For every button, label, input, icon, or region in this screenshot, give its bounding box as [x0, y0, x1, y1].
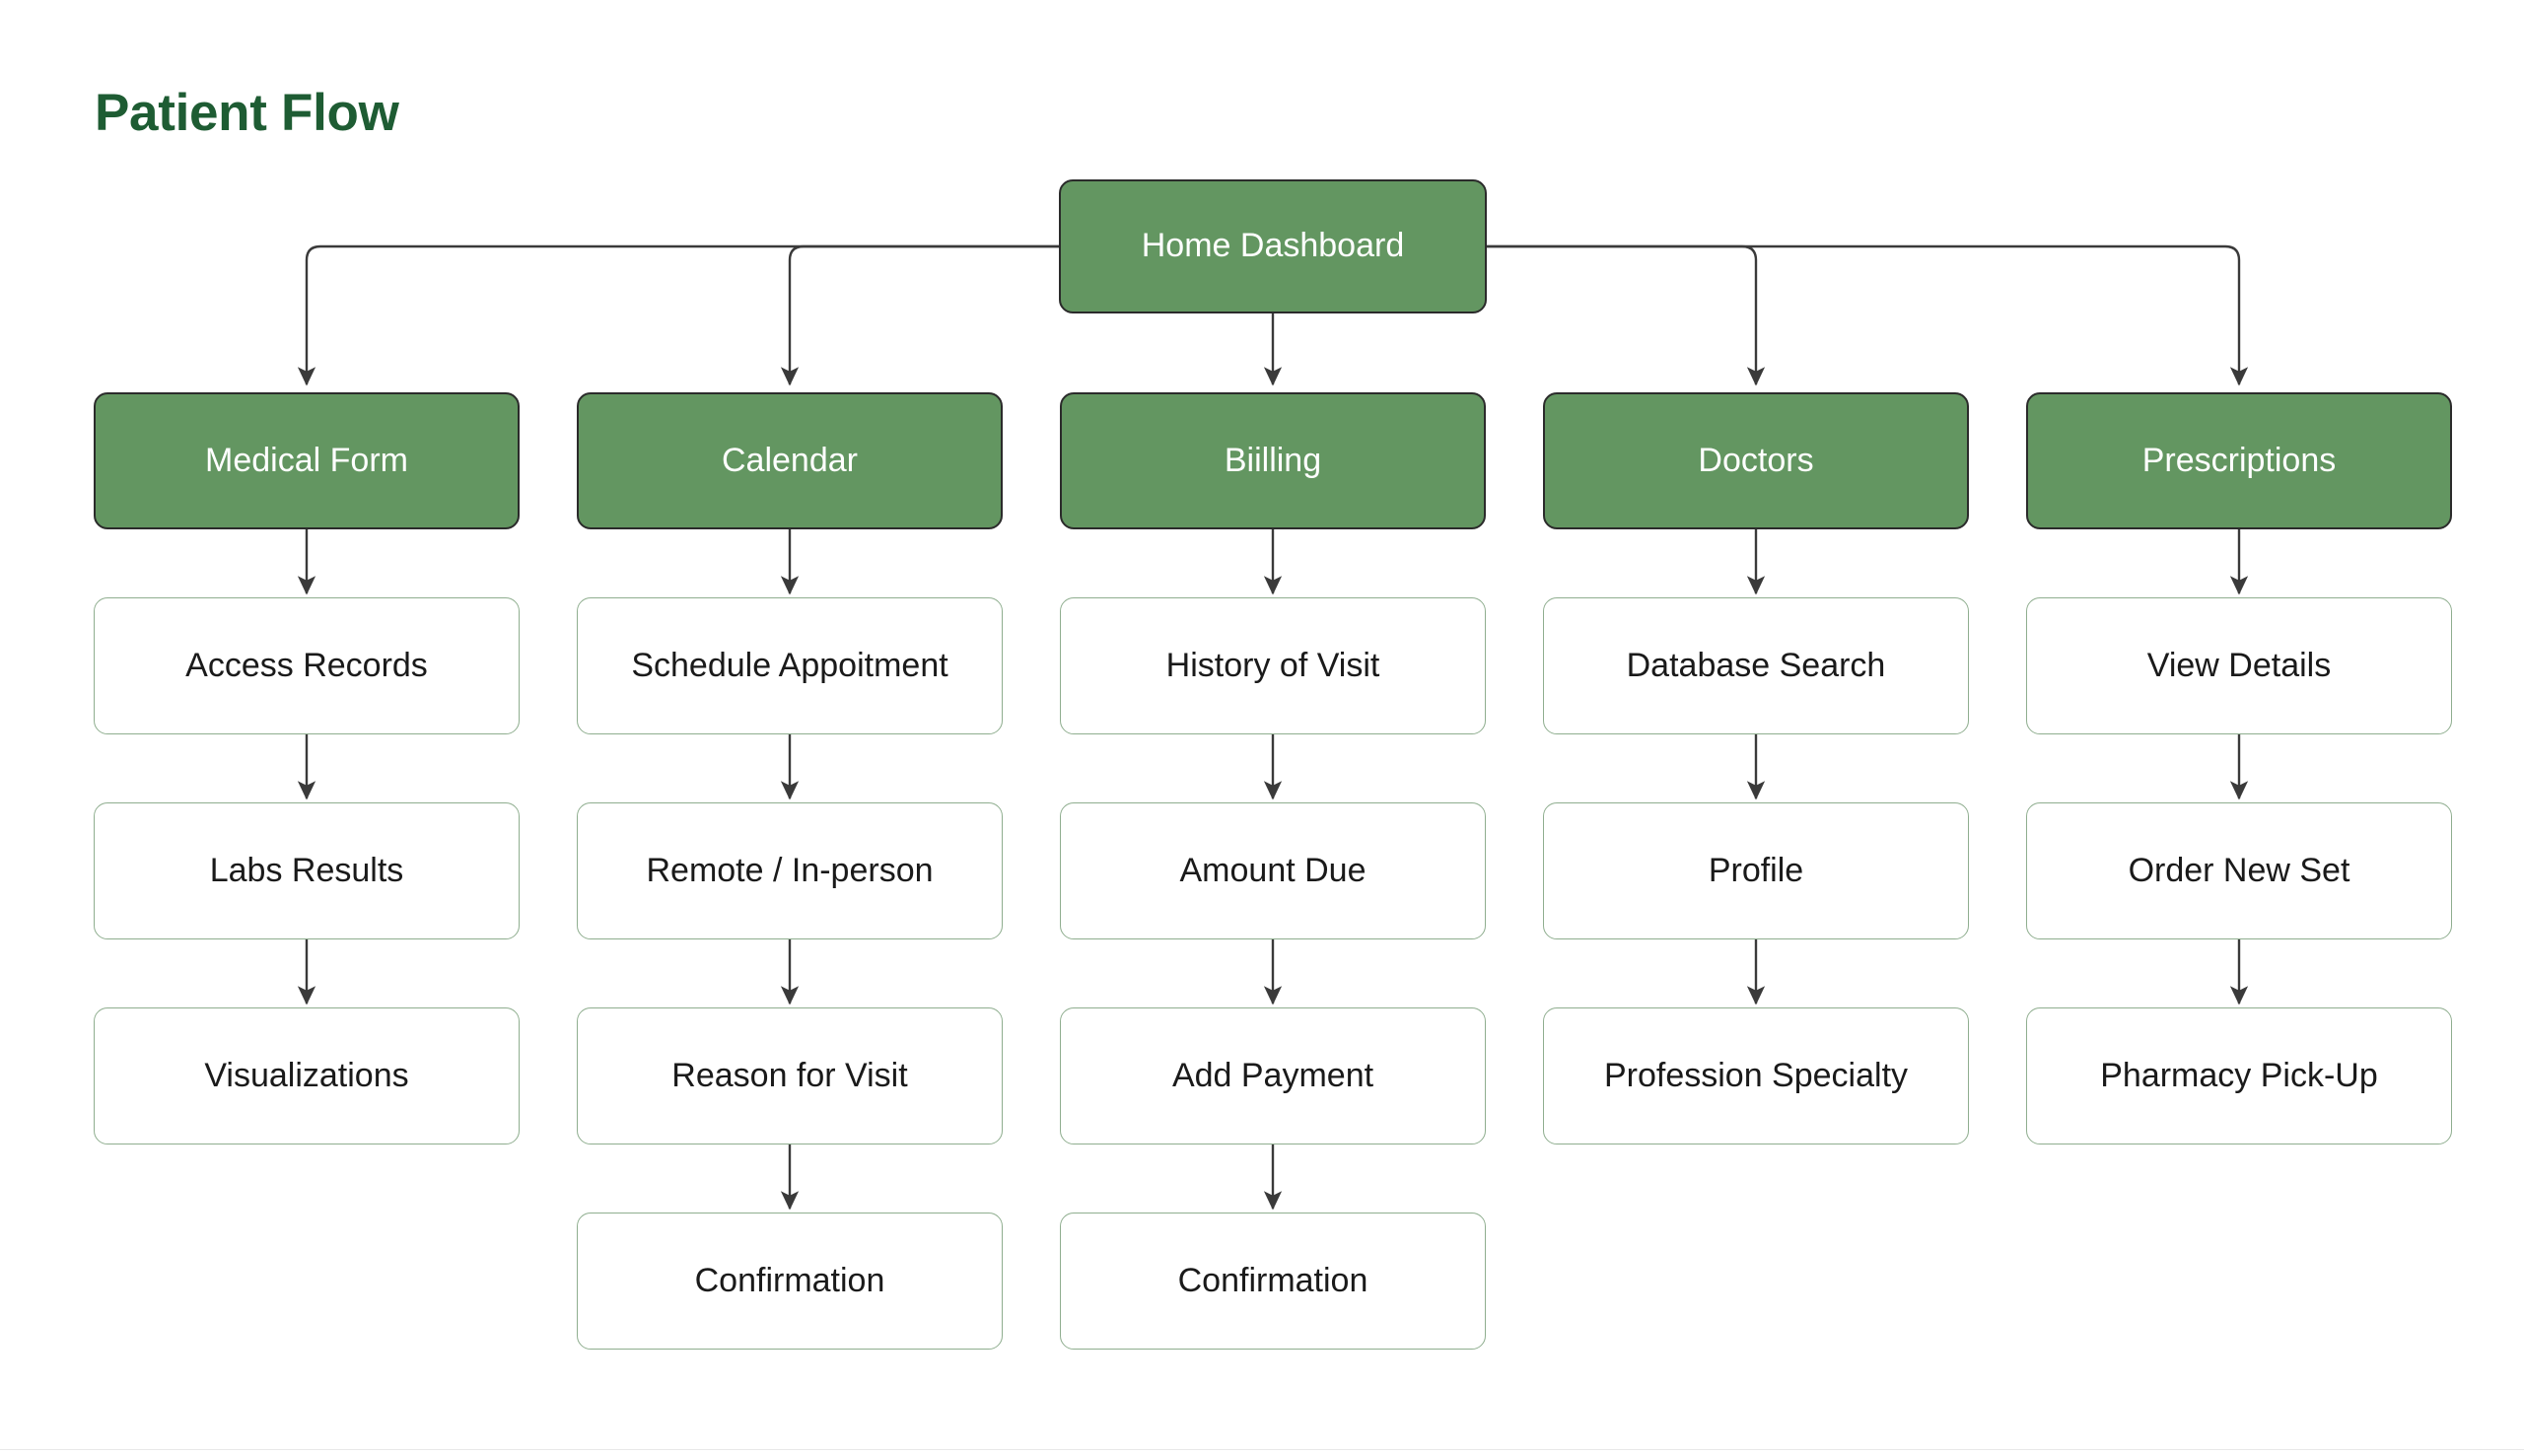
node-pharmacy-pick-up[interactable]: Pharmacy Pick-Up [2026, 1007, 2452, 1144]
node-label: Doctors [1698, 441, 1814, 479]
node-profile[interactable]: Profile [1543, 802, 1969, 939]
node-label: Home Dashboard [1141, 227, 1405, 265]
node-view-details[interactable]: View Details [2026, 597, 2452, 734]
node-home-dashboard[interactable]: Home Dashboard [1059, 179, 1487, 313]
node-label: Order New Set [2128, 851, 2350, 889]
edge-root-to-prescriptions [1487, 244, 2249, 386]
footer-divider [0, 1449, 2524, 1450]
node-access-records[interactable]: Access Records [94, 597, 520, 734]
node-label: Profession Specialty [1603, 1056, 1909, 1094]
node-remote-in-person[interactable]: Remote / In-person [577, 802, 1003, 939]
node-label: Labs Results [209, 851, 404, 889]
node-label: History of Visit [1165, 646, 1380, 684]
node-add-payment[interactable]: Add Payment [1060, 1007, 1486, 1144]
node-calendar[interactable]: Calendar [577, 392, 1003, 529]
node-calendar-confirmation[interactable]: Confirmation [577, 1213, 1003, 1350]
node-label: Confirmation [694, 1261, 885, 1299]
node-label: View Details [2146, 646, 2332, 684]
node-label: Calendar [722, 441, 858, 479]
node-schedule-appointment[interactable]: Schedule Appoitment [577, 597, 1003, 734]
node-label: Medical Form [205, 441, 408, 479]
node-label: Biilling [1224, 441, 1322, 479]
node-label: Access Records [185, 646, 428, 684]
node-label: Profile [1708, 851, 1804, 889]
node-label: Add Payment [1171, 1056, 1374, 1094]
node-labs-results[interactable]: Labs Results [94, 802, 520, 939]
node-label: Database Search [1626, 646, 1886, 684]
node-prescriptions[interactable]: Prescriptions [2026, 392, 2452, 529]
node-label: Amount Due [1179, 851, 1367, 889]
edge-root-to-medical-form [297, 244, 1059, 386]
node-medical-form[interactable]: Medical Form [94, 392, 520, 529]
node-amount-due[interactable]: Amount Due [1060, 802, 1486, 939]
node-reason-for-visit[interactable]: Reason for Visit [577, 1007, 1003, 1144]
node-label: Visualizations [204, 1056, 409, 1094]
node-doctors[interactable]: Doctors [1543, 392, 1969, 529]
node-label: Pharmacy Pick-Up [2100, 1056, 2378, 1094]
node-billing-confirmation[interactable]: Confirmation [1060, 1213, 1486, 1350]
edge-root-to-doctors [1487, 244, 1766, 386]
edge-root-to-calendar [780, 244, 1059, 386]
node-visualizations[interactable]: Visualizations [94, 1007, 520, 1144]
node-label: Schedule Appoitment [631, 646, 948, 684]
node-order-new-set[interactable]: Order New Set [2026, 802, 2452, 939]
node-profession-specialty[interactable]: Profession Specialty [1543, 1007, 1969, 1144]
node-label: Prescriptions [2141, 441, 2337, 479]
node-label: Confirmation [1177, 1261, 1368, 1299]
node-label: Reason for Visit [671, 1056, 908, 1094]
node-database-search[interactable]: Database Search [1543, 597, 1969, 734]
node-billing[interactable]: Biilling [1060, 392, 1486, 529]
node-history-of-visit[interactable]: History of Visit [1060, 597, 1486, 734]
node-label: Remote / In-person [646, 851, 934, 889]
flowchart-canvas: Patient Flow Home Dashboard Medical Form… [0, 0, 2524, 1456]
